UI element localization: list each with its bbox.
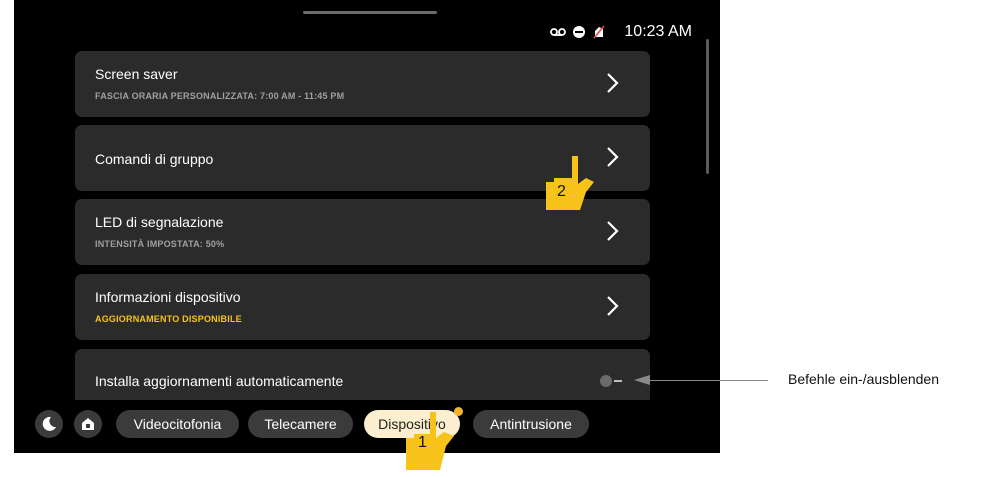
do-not-disturb-icon: [573, 26, 586, 38]
pointing-hand-icon: 1: [404, 410, 464, 470]
home-scenario-button[interactable]: [74, 410, 102, 438]
toggle-knob: [600, 375, 612, 387]
tab-videocitofonia[interactable]: Videocitofonia: [116, 410, 239, 438]
setting-title: Screen saver: [95, 66, 178, 82]
status-bar: 10:23 AM: [550, 20, 692, 44]
auto-update-toggle[interactable]: [600, 375, 624, 387]
callout-line: [650, 380, 768, 381]
scrollbar[interactable]: [706, 39, 709, 174]
setting-subtitle: INTENSITÀ IMPOSTATA: 50%: [95, 239, 225, 249]
mute-icon: [593, 25, 606, 39]
update-available-label: AGGIORNAMENTO DISPONIBILE: [95, 314, 242, 324]
setting-title: LED di segnalazione: [95, 214, 224, 230]
chevron-right-icon: [607, 73, 619, 93]
setting-screen-saver[interactable]: Screen saver FASCIA ORARIA PERSONALIZZAT…: [75, 51, 650, 117]
chevron-right-icon: [607, 221, 619, 241]
step-number: 1: [418, 434, 427, 451]
bottom-navigation: Videocitofonia Telecamere Dispositivo An…: [14, 400, 720, 453]
device-screen: 10:23 AM Screen saver FASCIA ORARIA PERS…: [14, 0, 720, 453]
callout-arrowhead: [634, 375, 650, 385]
setting-informazioni-dispositivo[interactable]: Informazioni dispositivo AGGIORNAMENTO D…: [75, 274, 650, 340]
toggle-track: [614, 380, 622, 382]
voicemail-icon: [550, 28, 567, 36]
pull-down-handle[interactable]: [303, 11, 437, 14]
setting-title: Informazioni dispositivo: [95, 289, 241, 305]
tab-antintrusione[interactable]: Antintrusione: [473, 410, 589, 438]
night-mode-button[interactable]: [35, 410, 63, 438]
pointing-hand-icon: 2: [542, 152, 602, 212]
setting-title: Installa aggiornamenti automaticamente: [95, 373, 344, 389]
setting-subtitle: FASCIA ORARIA PERSONALIZZATA: 7:00 AM - …: [95, 91, 345, 101]
callout-label: Befehle ein-/ausblenden: [788, 371, 940, 387]
step-number: 2: [557, 183, 566, 200]
chevron-right-icon: [607, 296, 619, 316]
clock: 10:23 AM: [624, 23, 692, 40]
setting-title: Comandi di gruppo: [95, 151, 214, 167]
home-scenario-icon: [82, 418, 94, 430]
chevron-right-icon: [607, 147, 619, 167]
tab-telecamere[interactable]: Telecamere: [248, 410, 353, 438]
night-mode-icon: [42, 416, 56, 431]
